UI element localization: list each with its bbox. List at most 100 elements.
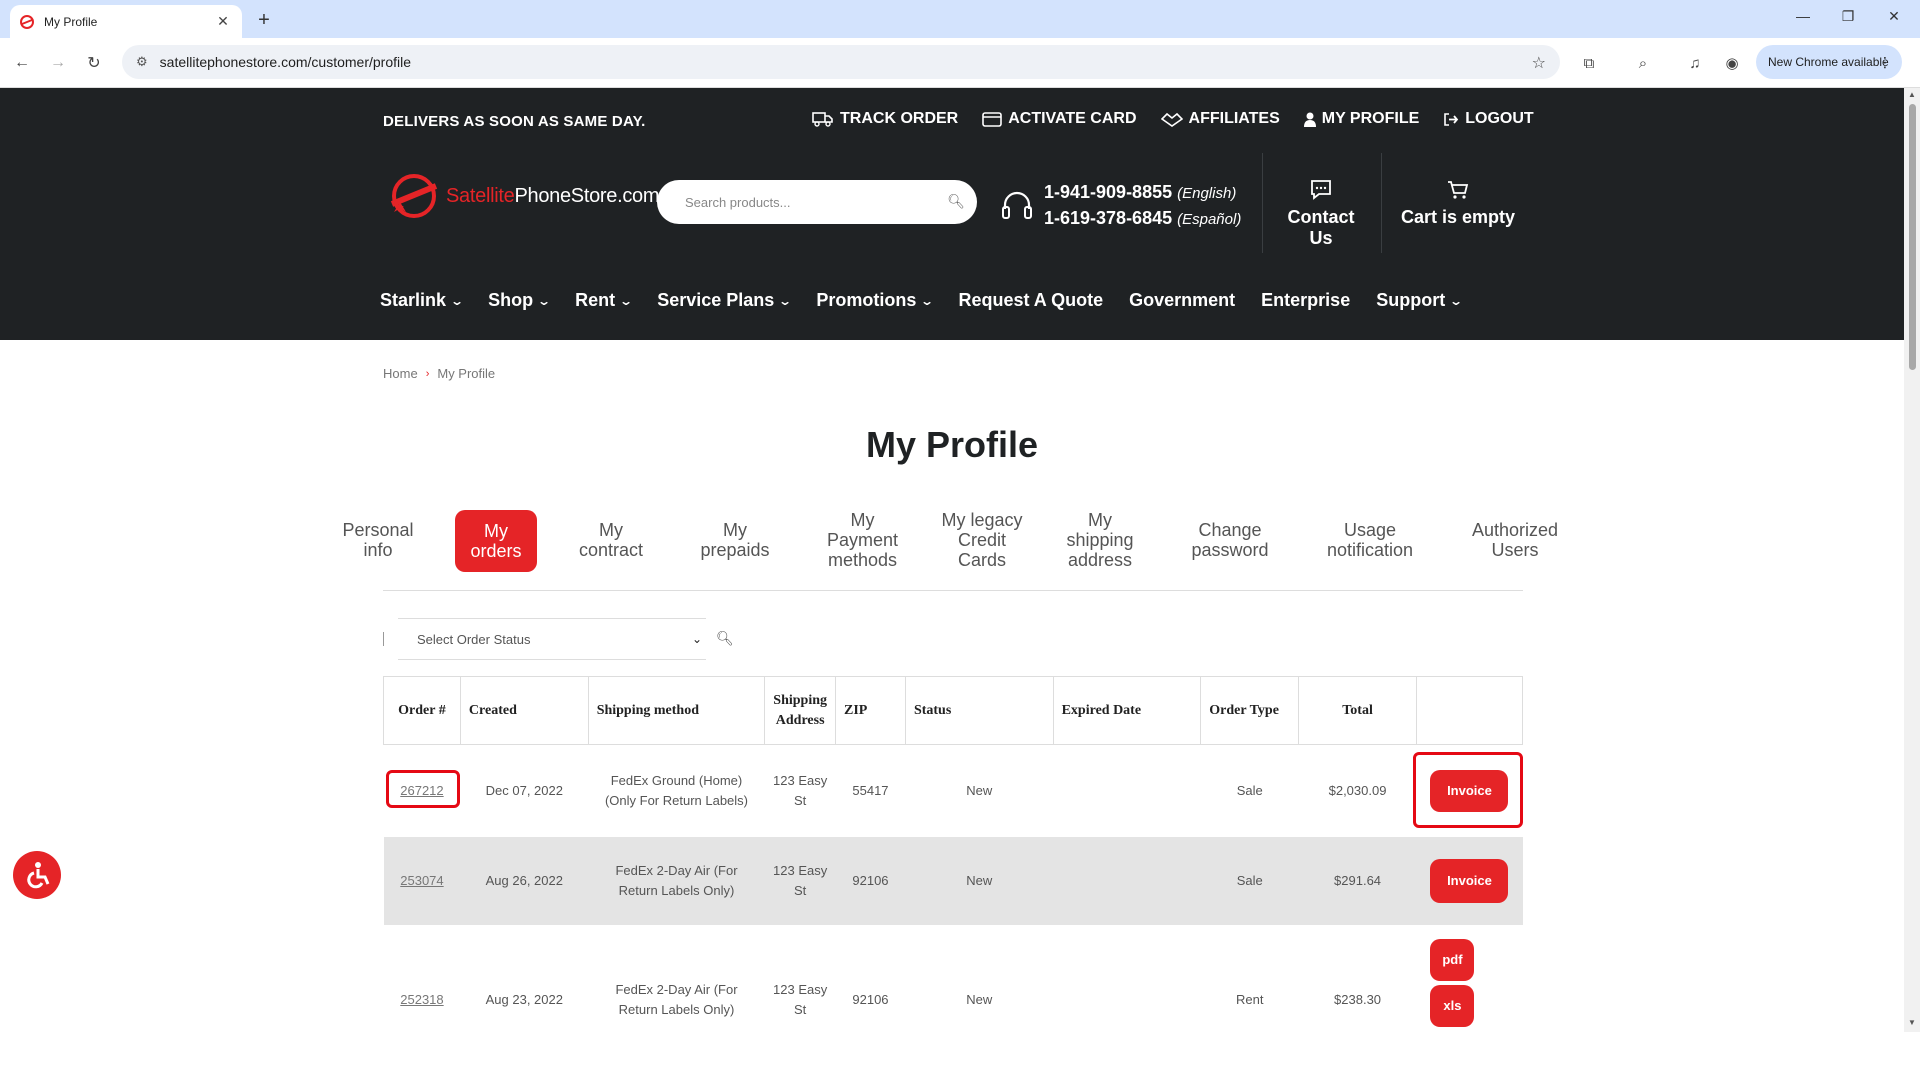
breadcrumb-home[interactable]: Home xyxy=(383,366,418,381)
product-search-input[interactable]: Search products... 🔍︎ xyxy=(657,180,977,224)
col-order-type: Order Type xyxy=(1200,676,1300,745)
nav-support[interactable]: Support ⌄ xyxy=(1376,290,1463,311)
my-profile-link[interactable]: MY PROFILE xyxy=(1303,110,1419,128)
contact-us-link[interactable]: Contact Us xyxy=(1275,173,1367,249)
close-window-icon[interactable]: ✕ xyxy=(1884,8,1904,25)
order-address: 123 Easy St xyxy=(773,981,828,1017)
order-shipping-method: FedEx Ground (Home) (Only For Return Lab… xyxy=(604,772,749,808)
order-type: Sale xyxy=(1200,836,1299,925)
profile-icon[interactable]: ◉ xyxy=(1721,52,1743,74)
xls-export-button[interactable]: xls xyxy=(1430,984,1475,1027)
col-created: Created xyxy=(459,676,589,745)
invoice-highlight-box xyxy=(1413,752,1523,828)
scroll-up-icon[interactable]: ▲ xyxy=(1908,90,1916,99)
order-total: $238.30 xyxy=(1334,991,1382,1007)
tab-my-contract[interactable]: My contract xyxy=(570,520,652,560)
chrome-update-button[interactable]: New Chrome available ⋮ xyxy=(1756,45,1902,79)
breadcrumb: Home › My Profile xyxy=(383,366,495,381)
main-nav: Starlink ⌄ Shop ⌄ Rent ⌄ Service Plans ⌄ Pro… xyxy=(380,290,1463,311)
track-order-label: TRACK ORDER xyxy=(840,110,959,127)
browser-tab[interactable]: My Profile ✕ xyxy=(10,5,242,38)
tab-my-payment-methods[interactable]: My Payment methods xyxy=(815,510,910,570)
nav-starlink[interactable]: Starlink ⌄ xyxy=(380,290,464,311)
tab-authorized-users[interactable]: Authorized Users xyxy=(1465,520,1565,560)
tab-my-shipping-address[interactable]: My shipping address xyxy=(1055,510,1145,570)
table-header-row: Order # Created Shipping method Shipping… xyxy=(383,676,1524,745)
nav-government[interactable]: Government xyxy=(1129,290,1235,311)
nav-promotions[interactable]: Promotions ⌄ xyxy=(816,290,934,311)
reload-icon[interactable]: ↻ xyxy=(82,51,106,75)
page-scrollbar[interactable]: ▲ ▼ xyxy=(1904,88,1920,1032)
order-address: 123 Easy St xyxy=(764,836,836,925)
close-tab-icon[interactable]: ✕ xyxy=(214,13,232,30)
restore-icon[interactable]: ❐ xyxy=(1838,8,1858,25)
address-bar[interactable]: ⚙ satellitephonestore.com/customer/profi… xyxy=(122,45,1560,79)
phone-english[interactable]: 1-941-909-8855 (English) xyxy=(1044,180,1241,206)
tab-my-legacy-credit-cards[interactable]: My legacy Credit Cards xyxy=(940,500,1024,580)
order-status: New xyxy=(966,991,993,1007)
table-row: 252318 Aug 23, 2022 FedEx 2-Day Air (For… xyxy=(384,925,1523,1075)
more-menu-icon[interactable]: ⋮ xyxy=(1878,54,1892,71)
browser-tabbar: My Profile ✕ + — ❐ ✕ xyxy=(0,0,1920,38)
invoice-button[interactable]: Invoice xyxy=(1430,858,1509,903)
nav-enterprise[interactable]: Enterprise xyxy=(1261,290,1350,311)
track-order-link[interactable]: TRACK ORDER xyxy=(812,110,958,128)
filter-search-icon[interactable]: 🔍︎ xyxy=(716,630,734,647)
back-icon[interactable]: ← xyxy=(10,51,34,75)
nav-enterprise-label: Enterprise xyxy=(1261,290,1351,310)
nav-rent[interactable]: Rent ⌄ xyxy=(575,290,633,311)
order-zip: 92106 xyxy=(852,991,889,1007)
tab-personal-info[interactable]: Personal info xyxy=(338,520,418,560)
tab-usage-notification[interactable]: Usage notification xyxy=(1320,520,1420,560)
order-number-link[interactable]: 253074 xyxy=(400,873,443,888)
bookmark-star-icon[interactable]: ☆ xyxy=(1532,53,1546,73)
tab-search-icon[interactable]: ⌕ xyxy=(1632,52,1654,74)
cart-link[interactable]: Cart is empty xyxy=(1398,173,1518,228)
order-address: 123 Easy St xyxy=(773,772,828,808)
order-created: Dec 07, 2022 xyxy=(485,782,563,798)
order-zip: 92106 xyxy=(835,836,906,925)
phone-spanish[interactable]: 1-619-378-6845 (Español) xyxy=(1044,206,1241,232)
nav-request-quote[interactable]: Request A Quote xyxy=(958,290,1103,311)
pdf-export-button[interactable]: pdf xyxy=(1430,938,1475,981)
nav-shop[interactable]: Shop ⌄ xyxy=(488,290,551,311)
table-row: 253074 Aug 26, 2022 FedEx 2-Day Air (For… xyxy=(383,836,1523,925)
new-tab-icon[interactable]: + xyxy=(254,8,274,32)
logout-label: LOGOUT xyxy=(1465,110,1534,127)
nav-shop-label: Shop xyxy=(488,290,534,310)
order-status-placeholder: Select Order Status xyxy=(417,631,531,647)
site-info-icon[interactable]: ⚙ xyxy=(136,54,148,70)
chat-bubble-icon xyxy=(1311,180,1331,200)
activate-card-label: ACTIVATE CARD xyxy=(1008,110,1137,127)
search-icon[interactable]: 🔍︎ xyxy=(947,193,965,210)
accessibility-button[interactable] xyxy=(13,851,61,899)
affiliates-link[interactable]: AFFILIATES xyxy=(1160,110,1280,128)
tab-change-password[interactable]: Change password xyxy=(1180,520,1280,560)
logo-text-rest: PhoneStore.com xyxy=(514,184,660,207)
order-status-select[interactable]: Select Order Status ⌄ xyxy=(398,618,706,660)
order-status: New xyxy=(905,836,1054,925)
minimize-icon[interactable]: — xyxy=(1793,8,1813,24)
activate-card-link[interactable]: ACTIVATE CARD xyxy=(982,110,1137,128)
scroll-down-icon[interactable]: ▼ xyxy=(1908,1018,1916,1027)
tabs-divider xyxy=(383,590,1523,591)
tab-my-prepaids[interactable]: My prepaids xyxy=(690,520,780,560)
order-number-link[interactable]: 252318 xyxy=(400,992,443,1007)
extensions-icon[interactable]: ⧉ xyxy=(1578,52,1600,74)
site-logo[interactable]: SatellitePhoneStore.com xyxy=(384,170,660,222)
scroll-thumb[interactable] xyxy=(1909,104,1916,370)
nav-service-plans[interactable]: Service Plans ⌄ xyxy=(657,290,792,311)
site-header: DELIVERS AS SOON AS SAME DAY. TRACK ORDE… xyxy=(0,88,1904,340)
logout-link[interactable]: LOGOUT xyxy=(1443,110,1534,128)
order-total: $2,030.09 xyxy=(1328,782,1387,798)
phone-spanish-number: 1-619-378-6845 xyxy=(1044,208,1173,228)
phone-english-number: 1-941-909-8855 xyxy=(1044,182,1173,202)
order-created: Aug 23, 2022 xyxy=(485,991,563,1007)
nav-starlink-label: Starlink xyxy=(380,290,447,310)
col-order-number: Order # xyxy=(383,676,461,745)
tab-my-orders[interactable]: My orders xyxy=(455,510,537,572)
forward-icon[interactable]: → xyxy=(46,51,70,75)
media-control-icon[interactable]: ♫ xyxy=(1684,52,1706,74)
logout-icon xyxy=(1444,112,1459,126)
col-shipping-address: Shipping Address xyxy=(764,676,837,745)
